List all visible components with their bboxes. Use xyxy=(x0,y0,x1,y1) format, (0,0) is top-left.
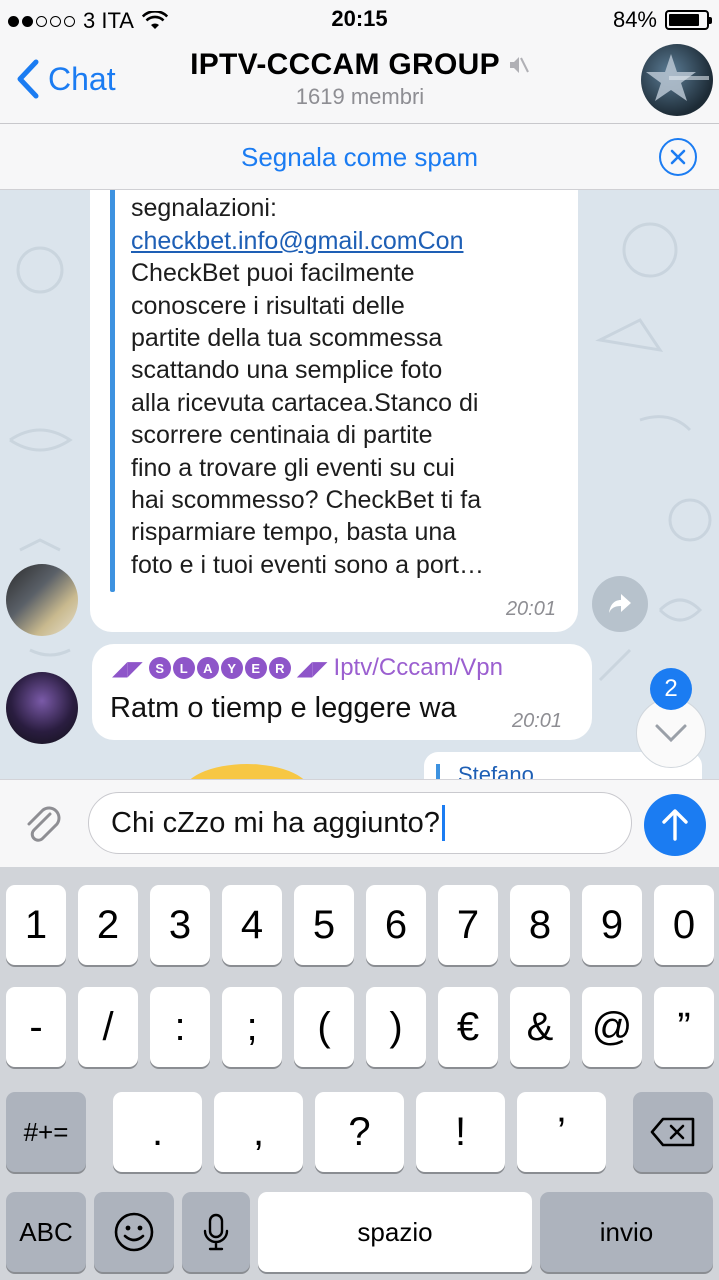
microphone-icon xyxy=(203,1213,229,1251)
key-1[interactable]: 1 xyxy=(6,885,66,965)
back-button[interactable]: Chat xyxy=(14,58,116,100)
arrow-up-icon xyxy=(662,809,688,841)
sender-suffix: Iptv/Cccam/Vpn xyxy=(333,654,503,681)
text-cursor xyxy=(441,805,445,841)
key-abc[interactable]: ABC xyxy=(6,1192,86,1272)
key-dictation[interactable] xyxy=(182,1192,250,1272)
key-4[interactable]: 4 xyxy=(222,885,282,965)
message-text: continuate a seguirci. Per bug e segnala… xyxy=(131,190,551,581)
key-2[interactable]: 2 xyxy=(78,885,138,965)
message-time: 20:01 xyxy=(512,710,563,732)
sender-badge-letter: R xyxy=(268,657,291,679)
key-1[interactable]: - xyxy=(6,987,66,1067)
battery-percent: 84% xyxy=(612,7,657,32)
message-input-text: Chi cZzo mi ha aggiunto? xyxy=(111,806,440,839)
chevron-left-icon xyxy=(17,59,39,99)
close-circle-icon[interactable] xyxy=(659,138,697,176)
key-8[interactable]: 8 xyxy=(510,885,570,965)
chat-header[interactable]: IPTV-CCCAM GROUP 1619 membri xyxy=(160,48,560,110)
key-6[interactable]: ) xyxy=(366,987,426,1067)
smiley-icon xyxy=(114,1212,154,1252)
message-input[interactable]: Chi cZzo mi ha aggiunto? xyxy=(88,792,632,854)
sender-name[interactable]: ◢◤ SLAYER ◢◤ Iptv/Cccam/Vpn xyxy=(112,654,503,682)
key-space[interactable]: spazio xyxy=(258,1192,532,1272)
paperclip-icon[interactable] xyxy=(20,802,66,853)
key-2[interactable]: / xyxy=(78,987,138,1067)
key-backspace[interactable] xyxy=(633,1092,713,1172)
key-2[interactable]: , xyxy=(214,1092,303,1172)
message-bubble-slayer[interactable]: ◢◤ SLAYER ◢◤ Iptv/Cccam/Vpn Ratm o tiemp… xyxy=(92,644,592,740)
sender-badge-letter: Y xyxy=(220,657,243,679)
clock: 20:15 xyxy=(331,6,388,31)
sender-badge-letter: A xyxy=(196,657,219,679)
battery-icon xyxy=(665,10,712,30)
key-5[interactable]: ’ xyxy=(517,1092,606,1172)
report-spam-bar: Segnala come spam xyxy=(0,124,719,190)
message-time: 20:01 xyxy=(505,598,556,620)
key-9[interactable]: 9 xyxy=(582,885,642,965)
member-count: 1619 membri xyxy=(295,84,425,109)
triangle-decoration-icon: ◢◤ xyxy=(112,657,143,680)
backspace-icon xyxy=(650,1117,695,1147)
keyboard: 1234567890 - /:;() € & @” #+= .,?!’ ABC spaz… xyxy=(0,867,719,1280)
key-4[interactable]: ; xyxy=(222,987,282,1067)
key-5[interactable]: 5 xyxy=(294,885,354,965)
key-return[interactable]: invio xyxy=(540,1192,713,1272)
key-1[interactable]: . xyxy=(113,1092,202,1172)
key-6[interactable]: 6 xyxy=(366,885,426,965)
group-avatar[interactable] xyxy=(641,44,713,116)
key-more-symbols[interactable]: #+= xyxy=(6,1092,86,1172)
quote-bar xyxy=(110,190,115,592)
email-link[interactable]: checkbet.info@gmail.comCon xyxy=(131,227,463,255)
sender-badge-letter: L xyxy=(172,657,195,679)
key-9[interactable]: @ xyxy=(582,987,642,1067)
back-label: Chat xyxy=(48,60,116,97)
quote-bar xyxy=(436,764,440,779)
key-5[interactable]: ( xyxy=(294,987,354,1067)
key-7[interactable]: 7 xyxy=(438,885,498,965)
message-text-part1: continuate a seguirci. Per bug e segnala… xyxy=(131,194,277,223)
sender-badge-letters: SLAYER xyxy=(148,657,291,679)
triangle-decoration-icon: ◢◤ xyxy=(296,657,328,680)
navigation-bar: Chat IPTV-CCCAM GROUP 1619 membri xyxy=(0,40,719,124)
send-button[interactable] xyxy=(644,794,706,856)
avatar-user-2[interactable] xyxy=(6,672,78,744)
key-7[interactable]: € xyxy=(438,987,498,1067)
key-3[interactable]: ? xyxy=(315,1092,404,1172)
status-bar: 3 ITA 20:15 84% xyxy=(0,0,719,40)
sender-badge-letter: S xyxy=(148,657,171,679)
key-10[interactable]: 0 xyxy=(654,885,714,965)
key-4[interactable]: ! xyxy=(416,1092,505,1172)
message-bubble-checkbet[interactable]: continuate a seguirci. Per bug e segnala… xyxy=(90,190,578,632)
key-8[interactable]: & xyxy=(510,987,570,1067)
message-input-bar: Chi cZzo mi ha aggiunto? xyxy=(0,779,719,867)
message-text-part2: CheckBet puoi facilmente conoscere i ris… xyxy=(131,259,484,579)
message-text: Ratm o tiemp e leggere wa xyxy=(110,692,457,724)
group-title: IPTV-CCCAM GROUP xyxy=(190,48,500,81)
chat-messages[interactable]: continuate a seguirci. Per bug e segnala… xyxy=(0,190,719,779)
avatar-user-1[interactable] xyxy=(6,564,78,636)
chevron-down-icon xyxy=(655,724,687,743)
key-10[interactable]: ” xyxy=(654,987,714,1067)
battery-status: 84% xyxy=(612,7,712,33)
report-spam-button[interactable]: Segnala come spam xyxy=(0,142,719,173)
reply-sender-name: Stefano xyxy=(458,762,534,779)
sender-badge-letter: E xyxy=(244,657,267,679)
muted-speaker-icon xyxy=(509,57,529,73)
key-3[interactable]: : xyxy=(150,987,210,1067)
key-emoji[interactable] xyxy=(94,1192,174,1272)
key-3[interactable]: 3 xyxy=(150,885,210,965)
unread-count-badge: 2 xyxy=(650,668,692,710)
star-logo-icon xyxy=(646,54,709,101)
share-arrow-icon[interactable] xyxy=(592,576,648,632)
